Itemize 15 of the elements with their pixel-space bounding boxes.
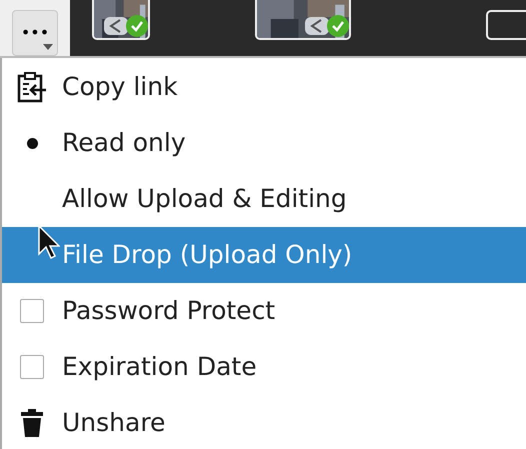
menu-item[interactable]: Password Protect	[2, 283, 526, 339]
trash-icon	[21, 409, 43, 437]
cursor-icon	[38, 225, 60, 259]
menu-item[interactable]: Unshare	[2, 395, 526, 449]
menu-item[interactable]: File Drop (Upload Only)	[2, 227, 526, 283]
caret-icon	[43, 44, 53, 50]
menu-item[interactable]: Allow Upload & Editing	[2, 171, 526, 227]
menu-item[interactable]: Read only	[2, 115, 526, 171]
more-button[interactable]: •••	[12, 10, 58, 56]
radio-bullet[interactable]	[26, 138, 38, 148]
add-button[interactable]	[486, 10, 526, 40]
menu-item[interactable]: Copy link	[2, 59, 526, 115]
checkbox[interactable]	[20, 299, 44, 323]
menu-item[interactable]: Expiration Date	[2, 339, 526, 395]
checkbox[interactable]	[20, 355, 44, 379]
